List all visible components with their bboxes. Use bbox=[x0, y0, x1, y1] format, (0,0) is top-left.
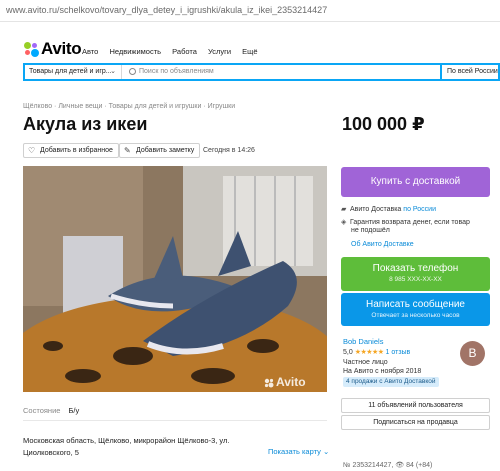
condition-label: Состояние bbox=[23, 406, 61, 415]
delivery-service-line: ▰ Авито Доставка по России bbox=[341, 205, 436, 213]
subscribe-seller-button[interactable]: Подписаться на продавца bbox=[341, 415, 490, 430]
logo-dots-icon bbox=[24, 42, 40, 58]
search-placeholder: Поиск по объявлениям bbox=[139, 68, 214, 75]
avito-logo[interactable]: Avito bbox=[24, 39, 82, 59]
rating-value: 5,0 bbox=[343, 349, 353, 356]
breadcrumb[interactable]: Щёлково · Личные вещи · Товары для детей… bbox=[23, 103, 235, 110]
search-icon bbox=[129, 68, 136, 75]
category-value: Товары для детей и игр... bbox=[29, 68, 112, 75]
show-phone-button[interactable]: Показать телефон 8 985 XXX-XX-XX bbox=[341, 257, 490, 291]
user-ads-button[interactable]: 11 объявлений пользователя bbox=[341, 398, 490, 413]
posted-date: Сегодня в 14:26 bbox=[203, 147, 255, 154]
delivery-sales-badge: 4 продажи с Авито Доставкой bbox=[343, 377, 439, 387]
seller-rating: 5,0 ★★★★★ 1 отзыв bbox=[343, 348, 410, 356]
about-delivery-link[interactable]: Об Авито Доставке bbox=[351, 241, 414, 248]
address: Московская область, Щёлково, микрорайон … bbox=[23, 436, 230, 457]
write-message-button[interactable]: Написать сообщение Отвечает за несколько… bbox=[341, 293, 490, 326]
photo-watermark: Avito bbox=[264, 375, 306, 389]
truck-icon: ▰ bbox=[341, 206, 347, 213]
nav-realty[interactable]: Недвижимость bbox=[109, 47, 161, 56]
add-favorite-label: Добавить в избранное bbox=[40, 147, 113, 154]
add-note-button[interactable]: ✎ Добавить заметку bbox=[119, 143, 201, 158]
nav-more[interactable]: Ещё bbox=[242, 47, 257, 56]
price: 100 000 ₽ bbox=[342, 114, 425, 134]
top-navigation: Avito Авто Недвижимость Работа Услуги Ещ… bbox=[0, 38, 500, 58]
guarantee-line-2: не подошёл bbox=[351, 227, 390, 234]
add-favorite-button[interactable]: ♡ Добавить в избранное bbox=[23, 143, 119, 158]
chevron-down-icon: ⌄ bbox=[322, 447, 330, 456]
search-input[interactable]: Поиск по объявлениям bbox=[125, 65, 439, 79]
show-map-label: Показать карту bbox=[268, 447, 321, 456]
avatar[interactable]: B bbox=[460, 341, 485, 366]
watermark-logo-icon bbox=[264, 378, 274, 388]
listing-meta: № 2353214427, 👁 84 (+84) bbox=[343, 462, 433, 469]
seller-since: На Авито с ноября 2018 bbox=[343, 368, 422, 375]
guarantee-text: Гарантия возврата денег, если товар bbox=[350, 219, 470, 226]
seller-name-link[interactable]: Bob Daniels bbox=[343, 337, 383, 346]
reply-time: Отвечает за несколько часов bbox=[371, 312, 460, 319]
seller-type: Частное лицо bbox=[343, 359, 388, 366]
watermark-text: Avito bbox=[276, 375, 306, 389]
guarantee-line: ◈ Гарантия возврата денег, если товар bbox=[341, 218, 470, 226]
show-phone-label: Показать телефон bbox=[372, 263, 459, 274]
nav-services[interactable]: Услуги bbox=[208, 47, 231, 56]
delivery-service-name: Авито Доставка bbox=[350, 206, 402, 213]
shield-icon: ◈ bbox=[341, 219, 347, 226]
listing-photo[interactable] bbox=[23, 166, 327, 392]
show-map-link[interactable]: Показать карту ⌄ bbox=[268, 447, 329, 456]
reviews-link[interactable]: 1 отзыв bbox=[386, 349, 411, 356]
rating-stars-icon: ★★★★★ bbox=[354, 349, 384, 356]
main-nav: Авто Недвижимость Работа Услуги Ещё bbox=[82, 47, 267, 56]
logo-text: Avito bbox=[41, 39, 82, 58]
write-message-label: Написать сообщение bbox=[365, 299, 465, 310]
photo-illustration bbox=[23, 166, 327, 392]
note-icon: ✎ bbox=[124, 146, 131, 155]
browser-url-bar[interactable]: www.avito.ru/schelkovo/tovary_dlya_detey… bbox=[0, 0, 500, 22]
divider bbox=[23, 420, 327, 421]
phone-masked: 8 985 XXX-XX-XX bbox=[389, 276, 442, 283]
heart-icon: ♡ bbox=[28, 146, 36, 155]
nav-auto[interactable]: Авто bbox=[82, 47, 98, 56]
page-title: Акула из икеи bbox=[23, 114, 148, 134]
search-bar: Товары для детей и игр... ⌄ Поиск по объ… bbox=[23, 63, 500, 81]
region-value: По всей России bbox=[447, 68, 498, 75]
chevron-down-icon: ⌄ bbox=[110, 68, 116, 75]
condition-value: Б/у bbox=[68, 406, 80, 415]
delivery-region-link[interactable]: по России bbox=[403, 206, 436, 213]
buy-with-delivery-button[interactable]: Купить с доставкой bbox=[341, 167, 490, 197]
condition-row: Состояние Б/у bbox=[23, 406, 79, 415]
add-note-label: Добавить заметку bbox=[136, 147, 195, 154]
url-text: www.avito.ru/schelkovo/tovary_dlya_detey… bbox=[6, 5, 328, 15]
region-select[interactable]: По всей России bbox=[440, 65, 500, 79]
nav-jobs[interactable]: Работа bbox=[172, 47, 197, 56]
category-select[interactable]: Товары для детей и игр... ⌄ bbox=[25, 65, 122, 79]
